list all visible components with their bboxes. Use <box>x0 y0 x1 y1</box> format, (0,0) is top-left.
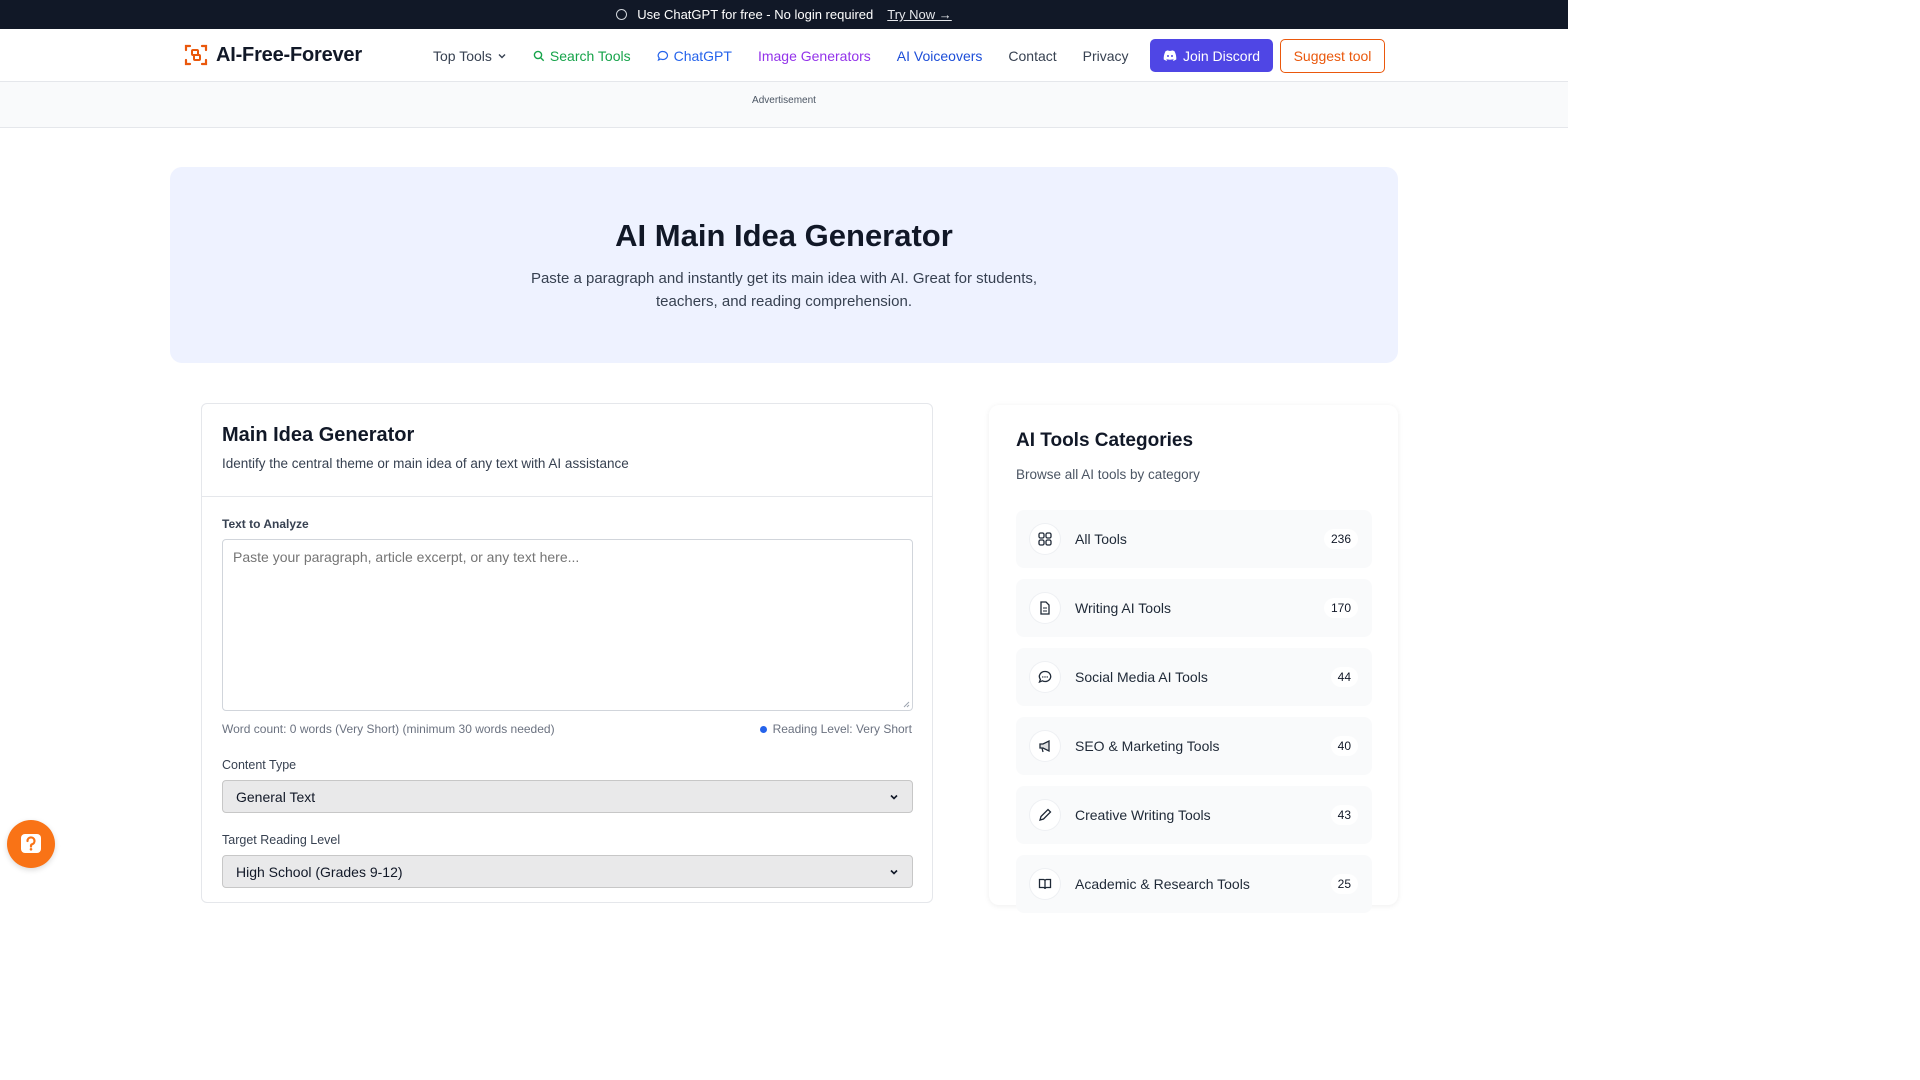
category-count: 170 <box>1323 598 1358 618</box>
ad-banner: Advertisement <box>0 82 1568 128</box>
chat-bubble-icon <box>616 9 628 20</box>
chevron-down-icon <box>890 869 898 875</box>
search-icon <box>533 50 545 61</box>
nav-top-tools[interactable]: Top Tools <box>433 48 507 64</box>
generator-title: Main Idea Generator <box>222 424 415 446</box>
chevron-down-icon <box>498 53 506 58</box>
category-count: 40 <box>1330 736 1358 756</box>
page-subtitle: Paste a paragraph and instantly get its … <box>530 270 1038 310</box>
category-name: SEO & Marketing Tools <box>1075 738 1220 754</box>
category-academic-research-tools[interactable]: Academic & Research Tools 25 <box>1016 855 1372 913</box>
site-logo[interactable]: AI-Free-Forever <box>184 43 362 67</box>
category-name: Social Media AI Tools <box>1075 669 1208 685</box>
hero-section: AI Main Idea Generator Paste a paragraph… <box>170 167 1398 363</box>
category-count: 25 <box>1330 874 1358 894</box>
nav-image-generators[interactable]: Image Generators <box>758 48 871 64</box>
suggest-tool-button[interactable]: Suggest tool <box>1280 39 1385 73</box>
categories-sidebar: AI Tools Categories Browse all AI tools … <box>989 405 1398 913</box>
help-icon <box>21 834 41 853</box>
nav-contact[interactable]: Contact <box>1008 48 1056 64</box>
content-type-select[interactable]: General Text <box>222 780 913 813</box>
status-dot-icon <box>759 725 767 733</box>
generator-card: Main Idea Generator Identify the central… <box>201 403 933 903</box>
nav-links: Top Tools Search Tools ChatGPT Image Gen… <box>433 29 1155 82</box>
nav-chatgpt-label: ChatGPT <box>673 47 732 64</box>
content-type-value: General Text <box>236 788 316 805</box>
generator-subtitle: Identify the central theme or main idea … <box>222 456 629 471</box>
try-now-link[interactable]: Try Now → <box>887 7 952 22</box>
logo-text: AI-Free-Forever <box>216 43 362 66</box>
category-count: 236 <box>1323 529 1358 549</box>
word-count: Word count: 0 words (Very Short) (minimu… <box>222 722 555 736</box>
category-name: Academic & Research Tools <box>1075 876 1250 892</box>
discord-icon <box>1163 50 1177 61</box>
advertisement-label: Advertisement <box>752 95 816 106</box>
promo-banner: Use ChatGPT for free - No login required… <box>0 0 1568 29</box>
category-social-media-ai-tools[interactable]: Social Media AI Tools 44 <box>1016 648 1372 706</box>
categories-title: AI Tools Categories <box>1016 430 1194 451</box>
text-to-analyze-input[interactable] <box>222 539 913 711</box>
category-writing-ai-tools[interactable]: Writing AI Tools 170 <box>1016 579 1372 637</box>
category-name: All Tools <box>1075 531 1127 547</box>
category-name: Writing AI Tools <box>1075 600 1171 616</box>
nav-chatgpt[interactable]: ChatGPT <box>657 48 732 64</box>
chat-bubble-icon <box>1030 662 1060 692</box>
book-icon <box>1030 869 1060 899</box>
category-name: Creative Writing Tools <box>1075 807 1211 823</box>
content-type-label: Content Type <box>222 758 297 772</box>
main-nav: AI-Free-Forever Top Tools Search Tools C… <box>0 29 1568 82</box>
document-icon <box>1030 593 1060 623</box>
chat-bubble-icon <box>657 50 668 61</box>
generator-header: Main Idea Generator Identify the central… <box>202 404 932 497</box>
target-reading-level-value: High School (Grades 9-12) <box>236 863 403 880</box>
join-discord-label: Join Discord <box>1182 47 1261 64</box>
category-creative-writing-tools[interactable]: Creative Writing Tools 43 <box>1016 786 1372 844</box>
nav-search-tools[interactable]: Search Tools <box>533 48 631 64</box>
reading-level-text: Reading Level: Very Short <box>772 722 912 736</box>
text-to-analyze-label: Text to Analyze <box>222 517 309 531</box>
category-seo-marketing-tools[interactable]: SEO & Marketing Tools 40 <box>1016 717 1372 775</box>
help-button[interactable] <box>7 820 55 868</box>
resize-handle-icon[interactable] <box>902 700 910 708</box>
grid-icon <box>1030 524 1060 554</box>
chevron-down-icon <box>890 794 898 800</box>
nav-ai-voiceovers[interactable]: AI Voiceovers <box>897 48 983 64</box>
promo-banner-text: Use ChatGPT for free - No login required <box>637 7 874 22</box>
nav-privacy[interactable]: Privacy <box>1083 48 1129 64</box>
category-count: 44 <box>1330 667 1358 687</box>
target-reading-level-label: Target Reading Level <box>222 833 341 847</box>
megaphone-icon <box>1030 731 1060 761</box>
nav-search-tools-label: Search Tools <box>549 47 631 64</box>
join-discord-button[interactable]: Join Discord <box>1150 39 1273 72</box>
categories-subtitle: Browse all AI tools by category <box>1016 467 1200 482</box>
logo-icon <box>184 44 208 66</box>
reading-level-indicator: Reading Level: Very Short <box>759 722 912 736</box>
pencil-icon <box>1030 800 1060 830</box>
category-count: 43 <box>1330 805 1358 825</box>
page-title: AI Main Idea Generator <box>615 218 953 253</box>
target-reading-level-select[interactable]: High School (Grades 9-12) <box>222 855 913 888</box>
nav-top-tools-label: Top Tools <box>433 47 492 64</box>
category-all-tools[interactable]: All Tools 236 <box>1016 510 1372 568</box>
